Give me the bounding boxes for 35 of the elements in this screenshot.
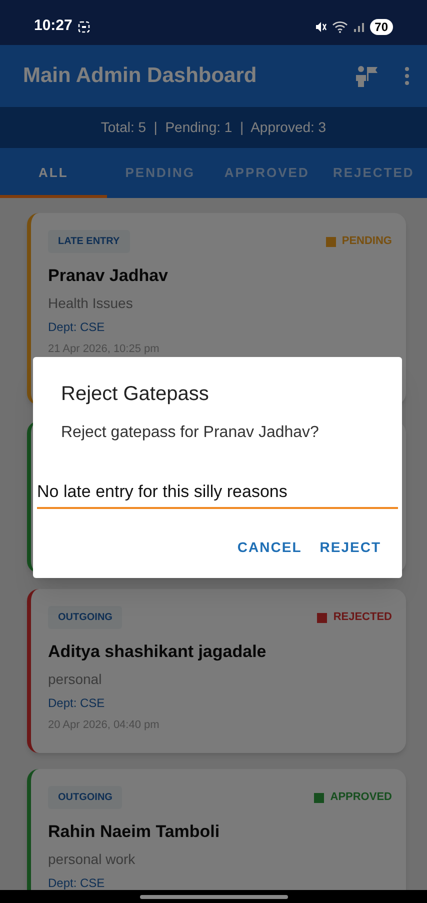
status-label: REJECTED	[333, 610, 392, 626]
status-square-icon	[326, 236, 336, 246]
type-tag: OUTGOING	[48, 786, 122, 809]
department-text: Dept: CSE	[48, 694, 106, 712]
cancel-button[interactable]: CANCEL	[229, 531, 310, 564]
battery-level: 70	[370, 18, 393, 34]
more-options-icon[interactable]	[405, 67, 409, 85]
reason-input-field[interactable]: No late entry for this silly reasons	[37, 477, 398, 509]
type-tag: LATE ENTRY	[48, 230, 130, 253]
home-indicator[interactable]	[140, 894, 288, 898]
wifi-icon	[332, 20, 348, 32]
dialog-title: Reject Gatepass	[61, 382, 209, 407]
mute-icon	[314, 20, 327, 32]
reject-button[interactable]: REJECT	[312, 531, 389, 564]
summary-text: Total: 5 | Pending: 1 | Approved: 3	[100, 118, 326, 137]
student-name: Pranav Jadhav	[48, 265, 170, 287]
department-text: Dept: CSE	[48, 874, 106, 890]
reason-text: personal	[48, 670, 103, 689]
status-label: APPROVED	[330, 790, 392, 806]
status-label: PENDING	[342, 234, 392, 250]
status-square-icon	[317, 612, 328, 622]
screenshot-icon	[78, 20, 90, 32]
reason-text: personal work	[48, 850, 136, 869]
status-square-icon	[314, 792, 324, 802]
person-with-flag-icon[interactable]	[355, 65, 379, 87]
status-time: 10:27	[34, 16, 72, 36]
reason-text: Health Issues	[48, 294, 134, 312]
dialog-message: Reject gatepass for Pranav Jadhav?	[61, 423, 319, 443]
student-name: Rahin Naeim Tamboli	[48, 821, 221, 843]
app-title: Main Admin Dashboard	[23, 63, 257, 90]
student-name: Aditya shashikant jagadale	[48, 641, 268, 663]
type-tag: OUTGOING	[48, 606, 122, 629]
gatepass-card[interactable]: OUTGOING APPROVED Rahin Naeim Tamboli personal work Dept: CSE	[27, 769, 406, 890]
department-text: Dept: CSE	[48, 318, 106, 336]
signal-icon	[352, 20, 365, 32]
